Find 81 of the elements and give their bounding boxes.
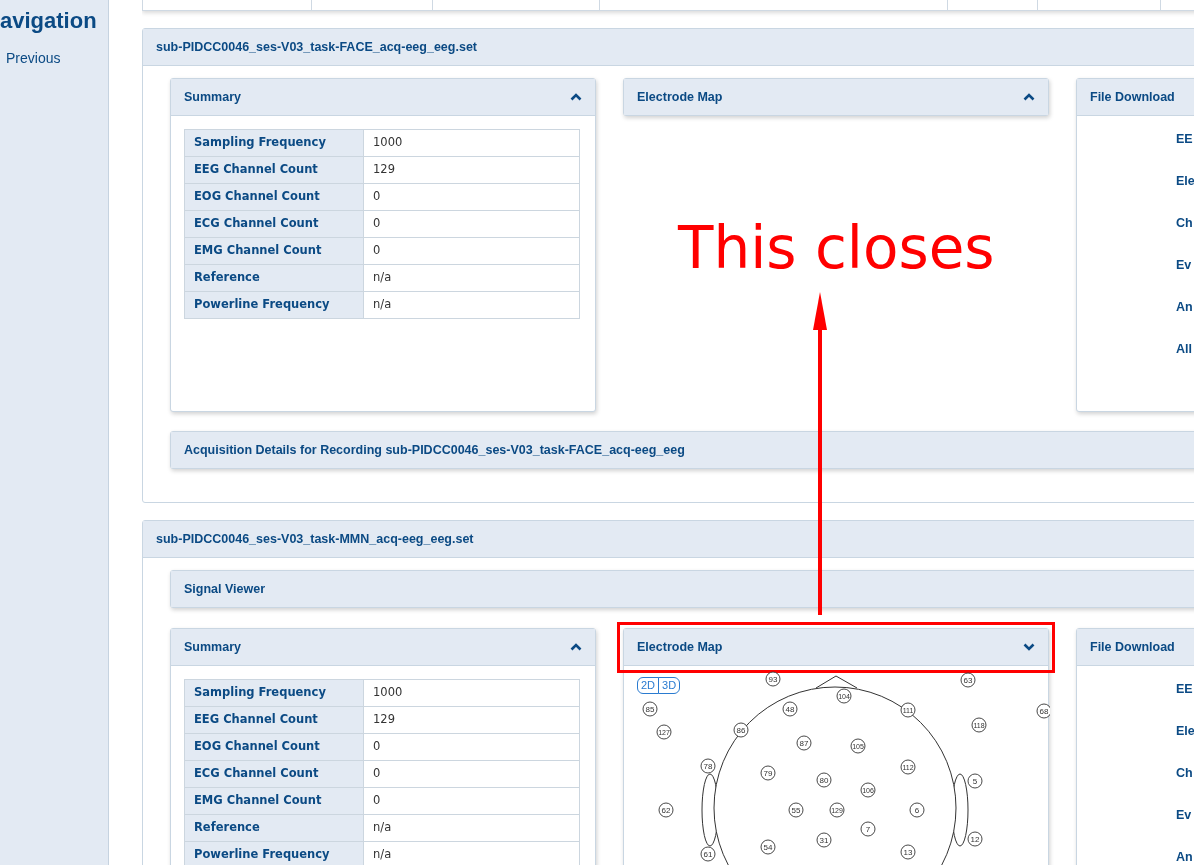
card-header[interactable]: Signal Viewer [171, 571, 1194, 607]
electrode-marker: 31 [816, 832, 832, 848]
table-cell: n/a [363, 814, 580, 842]
electrode-marker: 85 [642, 701, 658, 717]
table-cell: EOG Channel Count [184, 733, 364, 761]
electrode-marker: 6 [909, 802, 925, 818]
download-link[interactable]: Ele [1176, 168, 1194, 210]
view-toggle-button[interactable]: 3D [658, 677, 681, 694]
table-cell: 1000 [363, 129, 580, 157]
table-cell: Powerline Frequency [184, 841, 364, 865]
annotation-text: This closes [678, 214, 995, 284]
sidebar-title: avigation [0, 8, 98, 35]
card-header[interactable]: Summary [171, 79, 595, 116]
card-header[interactable]: File Download [1077, 79, 1194, 116]
table-cell: n/a [363, 291, 580, 319]
electrode-marker: 87 [796, 735, 812, 751]
electrode-marker: 54 [760, 839, 776, 855]
electrode-marker: 48 [782, 701, 798, 717]
card-header[interactable]: Electrode Map [624, 79, 1048, 115]
table-cell: EEG Channel Count [184, 706, 364, 734]
table-cell: Reference [184, 264, 364, 292]
table-cell: 0 [363, 760, 580, 788]
table-cell: ECG Channel Count [184, 760, 364, 788]
electrode-marker: 80 [816, 772, 832, 788]
electrode-marker: 62 [658, 802, 674, 818]
table-cell: 1000 [363, 679, 580, 707]
electrode-marker: 78 [700, 758, 716, 774]
electrode-marker: 55 [788, 802, 804, 818]
chevron-up-icon[interactable] [570, 93, 582, 101]
recording-title[interactable]: sub-PIDCC0046_ses-V03_task-FACE_acq-eeg_eeg.set [143, 29, 1194, 66]
card-header[interactable]: File Download [1077, 629, 1194, 666]
recording-title[interactable]: sub-PIDCC0046_ses-V03_task-MMN_acq-eeg_eeg.set [143, 521, 1194, 558]
card-header[interactable]: Electrode Map [624, 629, 1048, 666]
table-cell: Reference [184, 814, 364, 842]
card-title: Summary [184, 90, 241, 104]
download-link[interactable]: Ch [1176, 210, 1194, 252]
electrode-marker: 63 [960, 672, 976, 688]
download-link[interactable]: Ev [1176, 252, 1194, 294]
table-cell: n/a [363, 264, 580, 292]
electrode-marker: 86 [733, 722, 749, 738]
chevron-up-icon[interactable] [570, 643, 582, 651]
download-link[interactable]: An [1176, 294, 1194, 336]
download-link[interactable]: Ev [1176, 802, 1194, 844]
table-cell: EEG Channel Count [184, 156, 364, 184]
table-cell: EOG Channel Count [184, 183, 364, 211]
chevron-down-icon[interactable] [1023, 643, 1035, 651]
electrode-marker: 61 [700, 846, 716, 862]
download-link[interactable]: EE [1176, 676, 1194, 718]
electrode-marker: 13 [900, 844, 916, 860]
electrode-marker: 7 [860, 821, 876, 837]
chevron-up-icon[interactable] [1023, 93, 1035, 101]
table-cell: Powerline Frequency [184, 291, 364, 319]
table-cell: 0 [363, 237, 580, 265]
view-toggle-button[interactable]: 2D [637, 677, 660, 694]
electrode-marker: 93 [765, 671, 781, 687]
download-link[interactable]: All [1176, 336, 1194, 378]
card-title: Electrode Map [637, 640, 723, 654]
card-header[interactable]: Summary [171, 629, 595, 666]
electrode-marker: 68 [1036, 703, 1050, 719]
card-title: Summary [184, 640, 241, 654]
table-cell: EMG Channel Count [184, 237, 364, 265]
table-cell: 0 [363, 183, 580, 211]
download-link[interactable]: EE [1176, 126, 1194, 168]
electrode-marker: 79 [760, 765, 776, 781]
table-cell: ECG Channel Count [184, 210, 364, 238]
table-cell: Sampling Frequency [184, 129, 364, 157]
previous-link[interactable]: Previous [6, 48, 61, 70]
table-cell: EMG Channel Count [184, 787, 364, 815]
download-link[interactable]: Ch [1176, 760, 1194, 802]
card-title: Electrode Map [637, 90, 723, 104]
table-cell: 0 [363, 210, 580, 238]
table-cell: Sampling Frequency [184, 679, 364, 707]
card-header[interactable]: Acquisition Details for Recording sub-PIDCC0046_ses-V03_task-FACE_acq-eeg_eeg [171, 432, 1194, 468]
electrode-marker: 12 [967, 831, 983, 847]
table-cell: 129 [363, 156, 580, 184]
electrode-marker: 5 [967, 773, 983, 789]
table-cell: 0 [363, 733, 580, 761]
table-cell: 0 [363, 787, 580, 815]
download-link[interactable]: An [1176, 844, 1194, 865]
download-link[interactable]: Ele [1176, 718, 1194, 760]
table-cell: 129 [363, 706, 580, 734]
